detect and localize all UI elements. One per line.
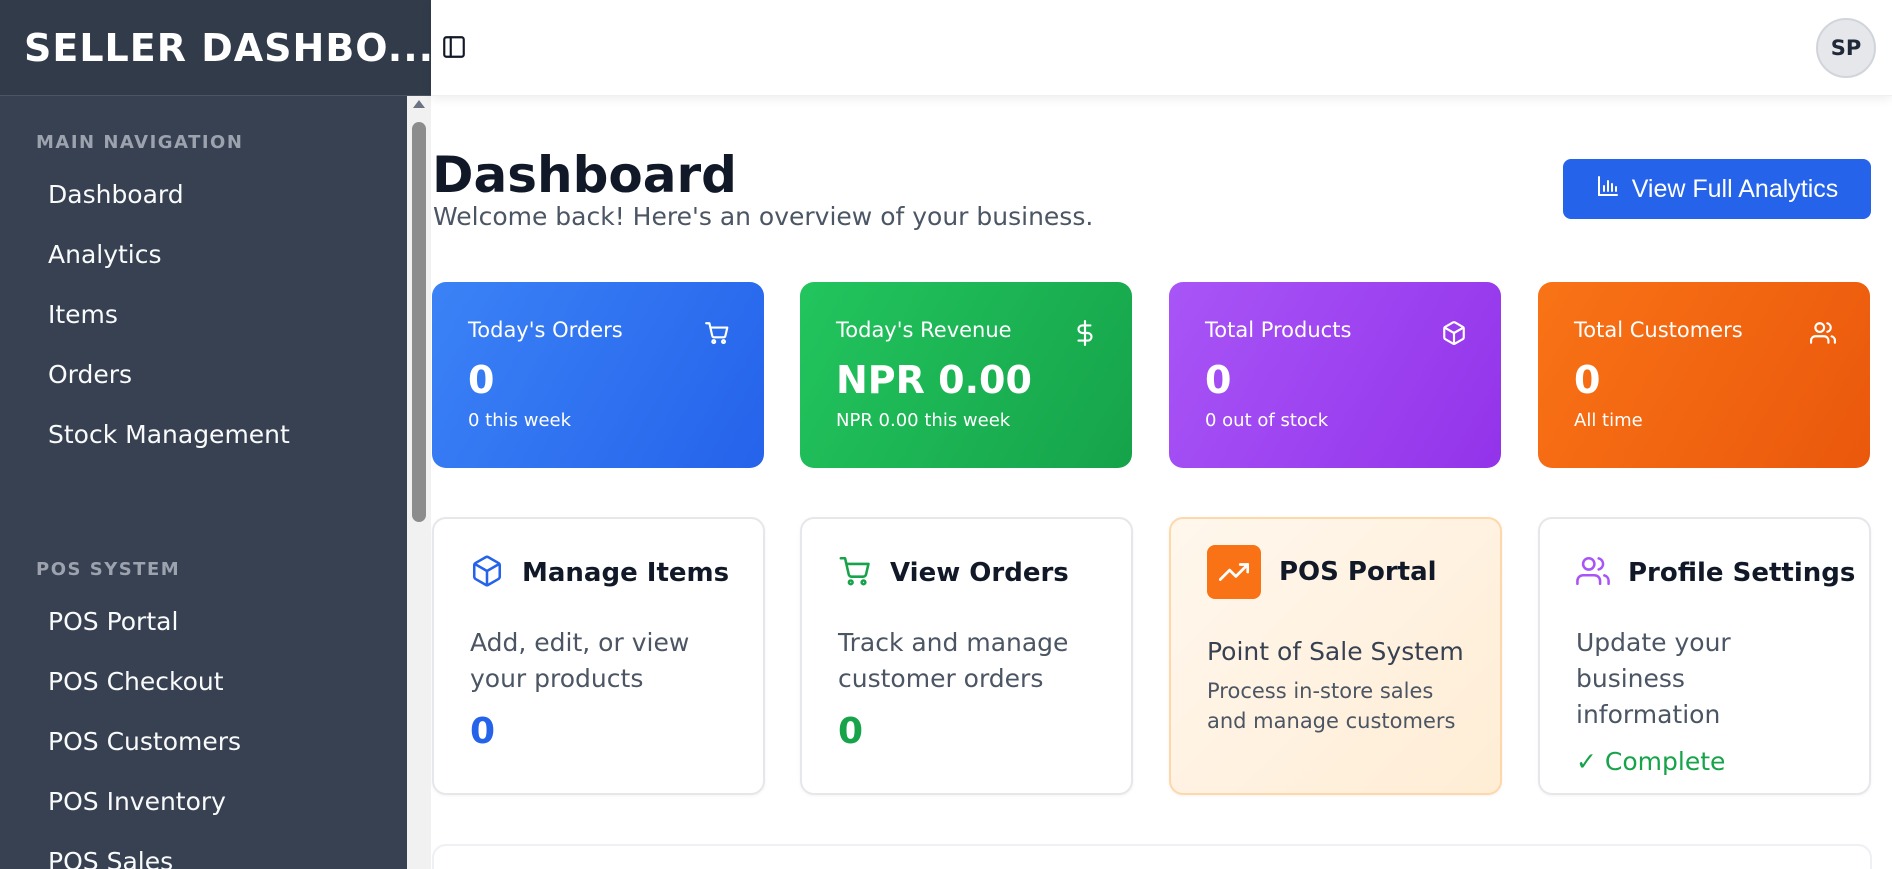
- manage-items-card[interactable]: Manage Items Add, edit, or view your pro…: [432, 517, 765, 795]
- items-count: 0: [470, 711, 496, 752]
- nav-heading-pos: POS SYSTEM: [36, 559, 181, 580]
- orders-count: 0: [838, 711, 864, 752]
- stat-value: 0: [1574, 358, 1601, 402]
- avatar[interactable]: SP: [1816, 18, 1876, 78]
- pos-portal-card[interactable]: POS Portal Point of Sale System Process …: [1169, 517, 1502, 795]
- card-subtitle: Point of Sale System: [1207, 637, 1464, 666]
- stat-subtext: 0 out of stock: [1205, 410, 1329, 431]
- trending-up-icon: [1207, 545, 1261, 599]
- cart-icon: [704, 320, 730, 346]
- nav-item-items[interactable]: Items: [36, 287, 431, 347]
- card-description: Track and manage customer orders: [838, 628, 1069, 693]
- stat-card-total-customers: Total Customers 0 All time: [1538, 282, 1870, 468]
- nav-item-pos-sales[interactable]: POS Sales: [36, 834, 431, 869]
- users-icon: [1810, 320, 1837, 346]
- bar-chart-icon: [1596, 174, 1620, 205]
- nav-heading-main: MAIN NAVIGATION: [36, 132, 244, 153]
- stat-label: Today's Revenue: [836, 318, 1012, 342]
- view-full-analytics-button[interactable]: View Full Analytics: [1563, 159, 1871, 219]
- stat-value: 0: [1205, 358, 1232, 402]
- stat-subtext: All time: [1574, 410, 1643, 431]
- stat-card-total-products: Total Products 0 0 out of stock: [1169, 282, 1501, 468]
- bottom-panel: [432, 844, 1872, 869]
- main-navigation: MAIN NAVIGATION Dashboard Analytics Item…: [0, 132, 431, 869]
- analytics-button-label: View Full Analytics: [1631, 174, 1839, 203]
- card-title: View Orders: [890, 558, 1069, 588]
- nav-item-orders[interactable]: Orders: [36, 347, 431, 407]
- stat-card-todays-revenue: Today's Revenue NPR 0.00 NPR 0.00 this w…: [800, 282, 1132, 468]
- stat-subtext: NPR 0.00 this week: [836, 410, 1011, 431]
- card-description: Update your business information: [1576, 628, 1731, 729]
- profile-status: ✓ Complete: [1576, 747, 1726, 776]
- nav-item-analytics[interactable]: Analytics: [36, 227, 431, 287]
- scroll-thumb[interactable]: [412, 122, 426, 522]
- box-icon: [1441, 320, 1467, 346]
- sidebar-toggle-icon[interactable]: [441, 34, 469, 62]
- sidebar: SELLER DASHBO... MAIN NAVIGATION Dashboa…: [0, 0, 431, 869]
- card-title: POS Portal: [1279, 557, 1437, 587]
- box-icon: [470, 554, 504, 592]
- card-description: Add, edit, or view your products: [470, 628, 690, 693]
- main-content: Dashboard Welcome back! Here's an overvi…: [431, 96, 1892, 869]
- view-orders-card[interactable]: View Orders Track and manage customer or…: [800, 517, 1133, 795]
- page-subtitle: Welcome back! Here's an overview of your…: [433, 202, 1094, 231]
- cart-icon: [838, 554, 872, 592]
- card-title: Profile Settings: [1628, 558, 1856, 588]
- card-description: Process in-store sales and manage custom…: [1207, 679, 1456, 733]
- nav-item-pos-portal[interactable]: POS Portal: [36, 594, 431, 654]
- scroll-up-arrow-icon[interactable]: [413, 100, 425, 108]
- nav-item-pos-inventory[interactable]: POS Inventory: [36, 774, 431, 834]
- stat-label: Today's Orders: [468, 318, 623, 342]
- stat-value: NPR 0.00: [836, 358, 1032, 402]
- brand-title: SELLER DASHBO...: [24, 25, 431, 70]
- stat-value: 0: [468, 358, 495, 402]
- sidebar-scrollbar[interactable]: [407, 96, 431, 869]
- stat-card-todays-orders: Today's Orders 0 0 this week: [432, 282, 764, 468]
- stat-label: Total Products: [1205, 318, 1352, 342]
- nav-item-pos-customers[interactable]: POS Customers: [36, 714, 431, 774]
- stat-label: Total Customers: [1574, 318, 1743, 342]
- page-title: Dashboard: [432, 146, 737, 204]
- top-bar: SP: [431, 0, 1892, 96]
- nav-item-pos-checkout[interactable]: POS Checkout: [36, 654, 431, 714]
- users-icon: [1576, 554, 1610, 592]
- profile-settings-card[interactable]: Profile Settings Update your business in…: [1538, 517, 1871, 795]
- nav-item-stock-management[interactable]: Stock Management: [36, 407, 431, 467]
- nav-item-dashboard[interactable]: Dashboard: [36, 167, 431, 227]
- stat-subtext: 0 this week: [468, 410, 572, 431]
- brand-header: SELLER DASHBO...: [0, 0, 431, 96]
- dollar-icon: [1072, 320, 1098, 346]
- card-title: Manage Items: [522, 558, 730, 588]
